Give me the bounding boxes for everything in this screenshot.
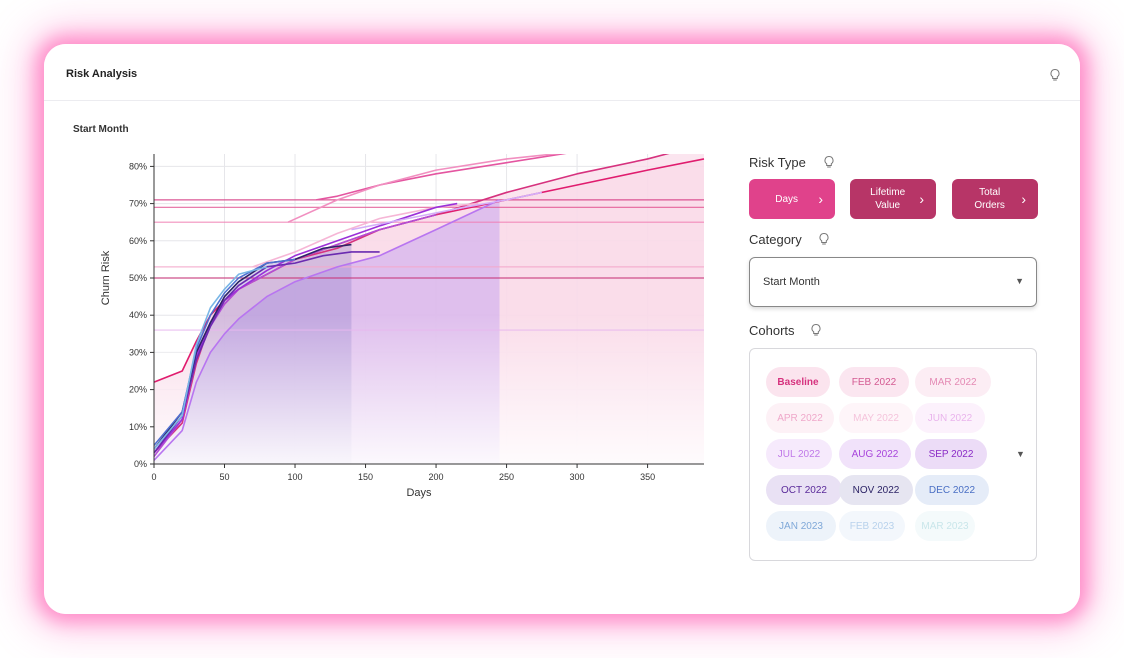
cohort-chip[interactable]: JUN 2022 — [915, 403, 985, 433]
cohort-chip[interactable]: DEC 2022 — [915, 475, 989, 505]
risk-type-label: Risk Type — [749, 155, 806, 170]
y-tick-label: 50% — [129, 273, 147, 283]
y-tick-label: 0% — [134, 459, 147, 469]
y-tick-label: 20% — [129, 385, 147, 395]
button-label: Days — [775, 193, 799, 205]
risk-analysis-card: Risk Analysis Start Month 0 50 100 150 200 25… — [44, 44, 1080, 614]
risk-type-days-button[interactable]: Days › — [749, 179, 835, 219]
churn-risk-chart: 0 50 100 150 200 250 300 350 0% 10% 20% 30% 40% 50% 60… — [100, 154, 705, 499]
chevron-right-icon: › — [818, 190, 823, 207]
cohort-chip[interactable]: MAR 2023 — [915, 511, 975, 541]
cohort-chip[interactable]: SEP 2022 — [915, 439, 987, 469]
cohort-chip[interactable]: AUG 2022 — [839, 439, 911, 469]
x-tick-label: 300 — [570, 472, 585, 482]
x-axis-label: Days — [406, 487, 432, 499]
x-tick-label: 100 — [288, 472, 303, 482]
chart-title: Start Month — [73, 124, 129, 135]
y-tick-label: 70% — [129, 199, 147, 209]
x-tick-label: 250 — [499, 472, 514, 482]
y-tick-label: 10% — [129, 422, 147, 432]
caret-down-icon[interactable]: ▼ — [1016, 449, 1025, 459]
y-axis-label: Churn Risk — [100, 250, 112, 305]
cohort-chip[interactable]: FEB 2023 — [839, 511, 905, 541]
card-title: Risk Analysis — [66, 68, 138, 80]
cohort-chip[interactable]: JUL 2022 — [766, 439, 832, 469]
y-tick-label: 60% — [129, 236, 147, 246]
card-header: Risk Analysis — [44, 44, 1080, 101]
button-label: Lifetime Value — [870, 187, 906, 211]
cohort-chip[interactable]: Baseline — [766, 367, 830, 397]
cohort-chip[interactable]: FEB 2022 — [839, 367, 909, 397]
button-label: Total Orders — [974, 187, 1005, 211]
category-select-value: Start Month — [763, 276, 820, 288]
lightbulb-icon[interactable] — [817, 232, 831, 246]
x-tick-label: 150 — [358, 472, 373, 482]
cohort-chip[interactable]: MAR 2022 — [915, 367, 991, 397]
risk-type-total-orders-button[interactable]: Total Orders › — [952, 179, 1038, 219]
y-tick-label: 30% — [129, 347, 147, 357]
caret-down-icon: ▼ — [1015, 276, 1024, 286]
x-tick-label: 200 — [429, 472, 444, 482]
cohort-chip[interactable]: OCT 2022 — [766, 475, 842, 505]
x-tick-label: 350 — [640, 472, 655, 482]
y-tick-label: 80% — [129, 161, 147, 171]
chevron-right-icon: › — [919, 190, 924, 207]
lightbulb-icon[interactable] — [809, 323, 823, 337]
risk-type-lifetime-value-button[interactable]: Lifetime Value › — [850, 179, 936, 219]
cohort-chip[interactable]: MAY 2022 — [839, 403, 913, 433]
lightbulb-icon[interactable] — [1048, 68, 1062, 82]
chevron-right-icon: › — [1021, 190, 1026, 207]
lightbulb-icon[interactable] — [822, 155, 836, 169]
category-label: Category — [749, 232, 802, 247]
x-tick-label: 50 — [220, 472, 230, 482]
cohort-chip[interactable]: JAN 2023 — [766, 511, 836, 541]
area-fade — [154, 315, 704, 464]
cohort-chip[interactable]: APR 2022 — [766, 403, 834, 433]
cohorts-label: Cohorts — [749, 323, 795, 338]
cohort-chip[interactable]: NOV 2022 — [839, 475, 913, 505]
y-tick-label: 40% — [129, 310, 147, 320]
x-tick-label: 0 — [151, 472, 156, 482]
cohorts-selector[interactable]: Baseline FEB 2022 MAR 2022 APR 2022 MAY 2022… — [749, 348, 1037, 561]
category-select[interactable]: Start Month ▼ — [749, 257, 1037, 307]
